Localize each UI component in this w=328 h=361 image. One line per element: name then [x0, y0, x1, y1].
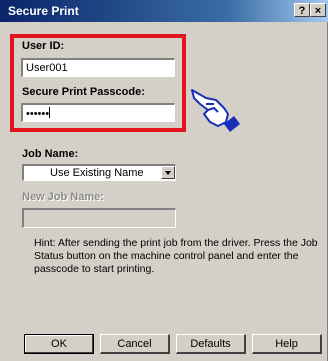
pointing-hand-icon [191, 89, 240, 132]
job-name-selected: Use Existing Name [50, 167, 144, 179]
user-id-input[interactable]: User001 [21, 58, 175, 77]
close-button[interactable]: × [310, 3, 326, 17]
title-bar: Secure Print ? × [0, 0, 328, 22]
chevron-down-icon[interactable] [161, 166, 175, 179]
user-id-label: User ID: [22, 40, 65, 52]
passcode-input[interactable]: •••••• [21, 103, 175, 122]
passcode-label: Secure Print Passcode: [22, 86, 145, 98]
help-button[interactable]: Help [252, 334, 322, 354]
cancel-button[interactable]: Cancel [100, 334, 170, 354]
secure-print-dialog: Secure Print ? × User ID: User001 Secure… [0, 0, 328, 361]
title-help-button[interactable]: ? [294, 3, 310, 17]
passcode-value: •••••• [26, 108, 50, 120]
job-name-label: Job Name: [22, 148, 79, 160]
job-name-select[interactable]: Use Existing Name [22, 164, 176, 181]
user-id-value: User001 [26, 62, 68, 74]
defaults-button[interactable]: Defaults [176, 334, 246, 354]
ok-button[interactable]: OK [24, 334, 94, 354]
new-job-name-input[interactable] [22, 208, 176, 228]
text-caret [49, 107, 51, 118]
hint-text: Hint: After sending the print job from t… [34, 237, 318, 275]
new-job-name-label: New Job Name: [22, 191, 104, 203]
window-title: Secure Print [8, 4, 79, 18]
